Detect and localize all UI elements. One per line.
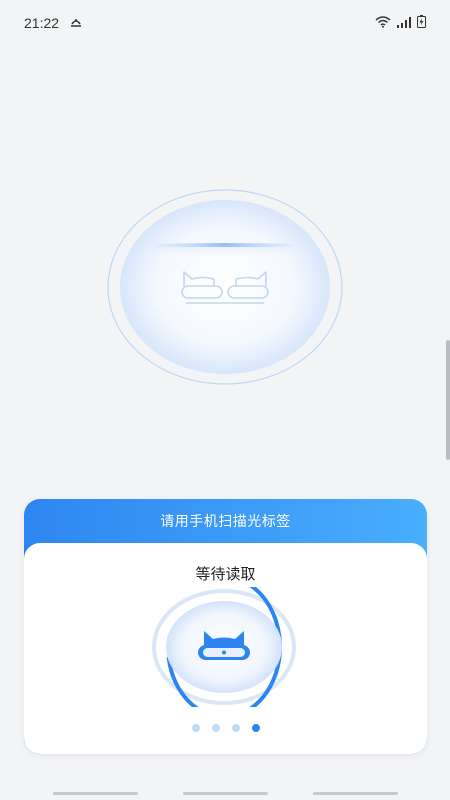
status-left: 21:22 xyxy=(24,15,83,31)
battery-charging-icon xyxy=(417,15,426,31)
status-bar: 21:22 xyxy=(0,0,450,46)
system-nav-bar xyxy=(0,786,450,800)
status-time: 21:22 xyxy=(24,15,60,31)
pager-dot[interactable] xyxy=(231,724,240,732)
read-status-text: 等待读取 xyxy=(195,565,256,583)
status-right xyxy=(375,15,426,31)
nav-recents[interactable] xyxy=(52,791,138,795)
nav-home[interactable] xyxy=(182,791,268,795)
scan-card-header: 请用手机扫描光标签 xyxy=(24,499,427,543)
wifi-icon xyxy=(375,15,391,31)
read-progress xyxy=(149,575,299,719)
notification-icon xyxy=(69,15,83,31)
nav-back[interactable] xyxy=(312,791,398,795)
signal-icon xyxy=(397,15,411,31)
scan-card: 请用手机扫描光标签 等待读取 xyxy=(24,499,427,754)
scrollbar-thumb[interactable] xyxy=(446,340,450,460)
pager-dot[interactable] xyxy=(191,724,200,732)
scan-card-body: 等待读取 xyxy=(24,543,427,754)
scanner-illustration xyxy=(106,188,344,386)
pager-dot[interactable] xyxy=(211,724,220,732)
pager-dots xyxy=(24,724,427,732)
scan-card-title: 请用手机扫描光标签 xyxy=(160,514,291,530)
pager-dot-active[interactable] xyxy=(251,724,260,732)
